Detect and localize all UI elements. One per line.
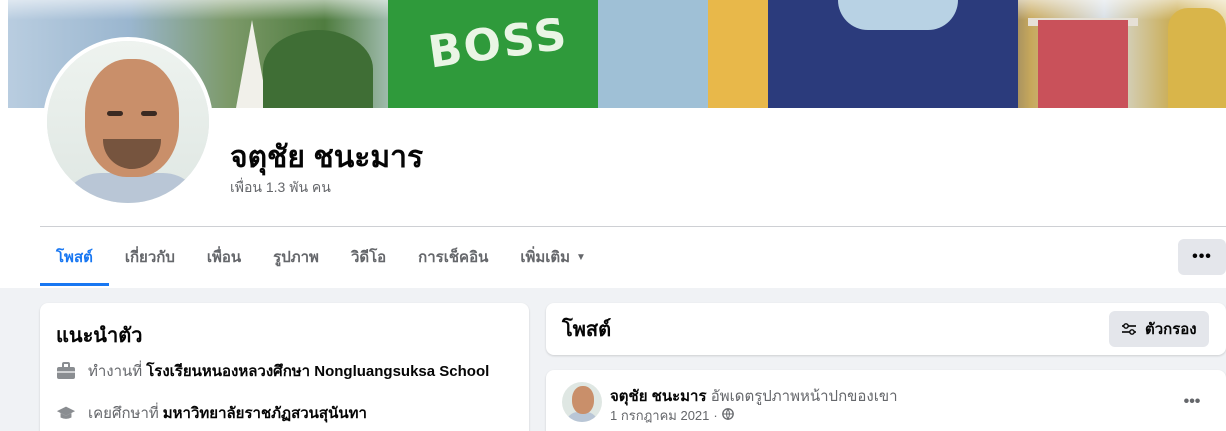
globe-icon[interactable] xyxy=(721,408,734,423)
tab-more[interactable]: เพิ่มเติม ▼ xyxy=(504,228,602,286)
caret-down-icon: ▼ xyxy=(576,251,586,263)
post-author-name[interactable]: จตุชัย ชนะมาร xyxy=(610,388,707,405)
post-more-button[interactable]: ••• xyxy=(1174,390,1210,414)
tab-label: โพสต์ xyxy=(56,249,93,266)
friends-count[interactable]: เพื่อน 1.3 พัน คน xyxy=(230,177,331,199)
graduation-cap-icon xyxy=(56,403,76,423)
post-meta: 1 กรกฎาคม 2021 · xyxy=(610,405,734,426)
intro-work-prefix: ทำงานที่ xyxy=(88,363,143,380)
posts-title: โพสต์ xyxy=(562,319,612,341)
tab-label: วิดีโอ xyxy=(350,249,387,266)
intro-title: แนะนำตัว xyxy=(56,325,143,347)
posts-header-card: โพสต์ ตัวกรอง xyxy=(546,303,1226,355)
post-meta-separator: · xyxy=(713,408,718,423)
filter-button[interactable]: ตัวกรอง xyxy=(1109,311,1209,347)
tab-friends[interactable]: เพื่อน xyxy=(191,228,257,286)
intro-education-row: เคยศึกษาที่ มหาวิทยาลัยราชภัฏสวนสุนันทา xyxy=(56,401,367,425)
intro-education-prefix: เคยศึกษาที่ xyxy=(88,405,159,422)
filter-sliders-icon xyxy=(1121,322,1137,336)
profile-tabs: โพสต์ เกี่ยวกับ เพื่อน รูปภาพ วิดีโอ การ… xyxy=(40,228,602,286)
tab-photos[interactable]: รูปภาพ xyxy=(257,228,335,286)
intro-work-value[interactable]: โรงเรียนหนองหลวงศึกษา Nongluangsuksa Sch… xyxy=(146,359,489,383)
tab-label: เพื่อน xyxy=(206,249,242,266)
profile-name: จตุชัย ชนะมาร xyxy=(230,141,424,174)
intro-education-value[interactable]: มหาวิทยาลัยราชภัฏสวนสุนันทา xyxy=(163,401,367,425)
tab-checkins[interactable]: การเช็คอิน xyxy=(402,228,504,286)
tab-videos[interactable]: วิดีโอ xyxy=(335,228,402,286)
tab-label: การเช็คอิน xyxy=(418,249,489,266)
post-action-text: อัพเดตรูปภาพหน้าปกของเขา xyxy=(710,388,898,405)
tab-label: รูปภาพ xyxy=(273,249,319,266)
post-date[interactable]: 1 กรกฎาคม 2021 xyxy=(610,405,709,426)
tab-about[interactable]: เกี่ยวกับ xyxy=(109,228,191,286)
filter-label: ตัวกรอง xyxy=(1145,321,1197,338)
briefcase-icon xyxy=(56,361,76,381)
profile-avatar[interactable] xyxy=(43,37,213,207)
post-author-avatar[interactable] xyxy=(562,382,602,422)
tab-label: เกี่ยวกับ xyxy=(124,249,175,266)
intro-work-row: ทำงานที่ โรงเรียนหนองหลวงศึกษา Nongluang… xyxy=(56,359,489,383)
tab-label: เพิ่มเติม xyxy=(520,249,571,266)
post-card: จตุชัย ชนะมาร อัพเดตรูปภาพหน้าปกของเขา 1… xyxy=(546,370,1226,431)
profile-more-button[interactable]: ••• xyxy=(1178,239,1226,275)
tab-posts[interactable]: โพสต์ xyxy=(40,228,109,286)
header-divider xyxy=(40,226,1226,227)
profile-header: BOSS จตุชัย ชนะมาร เพื่อน 1.3 พัน คน โพส… xyxy=(0,0,1226,288)
intro-card: แนะนำตัว ทำงานที่ โรงเรียนหนองหลวงศึกษา … xyxy=(40,303,529,431)
